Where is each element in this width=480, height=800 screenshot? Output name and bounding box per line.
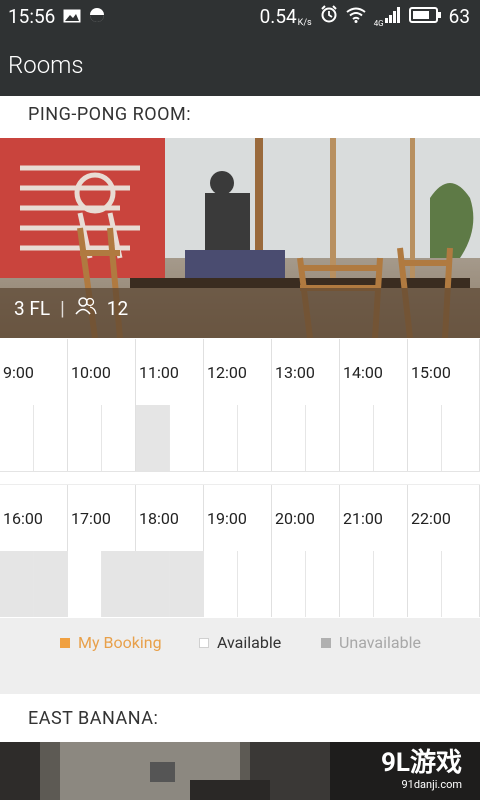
battery-icon [408,5,441,28]
timeslot-time: 10:00 [71,363,111,382]
timeslot-time: 13:00 [275,363,315,382]
legend-my-booking: My Booking [60,633,162,652]
timeslot[interactable]: 9:00 [0,339,68,471]
timeslot[interactable]: 13:00 [272,339,340,471]
half-hour-slot[interactable] [170,551,204,617]
timeslot-time: 21:00 [343,509,383,528]
wifi-icon [346,5,366,28]
half-hour-slot[interactable] [170,405,204,471]
half-hour-slot[interactable] [306,551,340,617]
timeslot-time: 15:00 [411,363,451,382]
timeslot-time: 12:00 [207,363,247,382]
data-saver-icon [89,5,105,28]
half-hour-slot[interactable] [34,551,68,617]
timeslot-time: 18:00 [139,509,179,528]
legend-unavailable: Unavailable [321,633,421,652]
status-bar: 15:56 0.54 K/s 4G 63 [0,0,480,34]
timeslot[interactable]: 21:00 [340,485,408,617]
people-icon [75,297,97,320]
timeslot[interactable]: 14:00 [340,339,408,471]
half-hour-slot[interactable] [238,405,272,471]
legend-available-label: Available [217,633,282,652]
half-hour-slot[interactable] [102,405,136,471]
battery-level: 63 [448,5,470,28]
half-hour-slot[interactable] [136,405,170,471]
timeslot[interactable]: 17:00 [68,485,136,617]
app-bar: Rooms [0,34,480,96]
legend: My Booking Available Unavailable [0,618,480,694]
room-capacity: 12 [106,297,129,320]
timeslot-row: 9:00 10:00 11:00 12:00 13:00 14:00 15:00 [0,339,480,471]
timeslot-time: 9:00 [3,363,34,382]
half-hour-slot[interactable] [204,405,238,471]
network-speed: 0.54 [259,5,297,28]
half-hour-slot[interactable] [374,405,408,471]
available-swatch [199,637,209,648]
timeslot[interactable]: 19:00 [204,485,272,617]
timeslot-row: 16:00 17:00 18:00 19:00 20:00 21:00 22:00 [0,485,480,617]
legend-my-booking-label: My Booking [78,633,162,652]
network-type: 4G [373,19,384,28]
room-floor: 3 FL [14,297,51,320]
legend-unavailable-label: Unavailable [339,633,421,652]
signal-icon [384,5,401,28]
half-hour-slot[interactable] [442,405,476,471]
timeslot[interactable]: 11:00 [136,339,204,471]
network-speed-unit: K/s [297,18,312,28]
timeslot[interactable]: 22:00 [408,485,480,617]
half-hour-slot[interactable] [272,405,306,471]
half-hour-slot[interactable] [0,405,34,471]
alarm-icon [320,5,338,28]
timeslot-time: 11:00 [139,363,179,382]
half-hour-slot[interactable] [68,551,102,617]
row-separator [0,471,480,485]
my-booking-swatch [60,637,70,648]
half-hour-slot[interactable] [306,405,340,471]
legend-available: Available [199,633,281,652]
half-hour-slot[interactable] [136,551,170,617]
status-time: 15:56 [8,5,56,28]
timeslot[interactable]: 16:00 [0,485,68,617]
room-photo[interactable]: 3 FL | 12 [0,138,480,338]
timeslot-time: 19:00 [207,509,247,528]
timeslot[interactable]: 12:00 [204,339,272,471]
half-hour-slot[interactable] [102,551,136,617]
unavailable-swatch [321,637,331,648]
page-title: Rooms [8,51,84,79]
half-hour-slot[interactable] [238,551,272,617]
half-hour-slot[interactable] [204,551,238,617]
half-hour-slot[interactable] [408,405,442,471]
half-hour-slot[interactable] [68,405,102,471]
timeslot-time: 22:00 [411,509,451,528]
room-info: 3 FL | 12 [14,297,129,320]
half-hour-slot[interactable] [0,551,34,617]
half-hour-slot[interactable] [272,551,306,617]
room-name: PING-PONG ROOM: [28,104,192,125]
watermark-url: 91danji.com [401,778,462,791]
half-hour-slot[interactable] [374,551,408,617]
timeslot[interactable]: 18:00 [136,485,204,617]
gallery-icon [63,5,81,28]
timeslot[interactable]: 10:00 [68,339,136,471]
timeslot[interactable]: 20:00 [272,485,340,617]
timeslot-time: 16:00 [3,509,43,528]
timeslot-time: 17:00 [71,509,111,528]
half-hour-slot[interactable] [34,405,68,471]
watermark-logo: 9L游戏 [381,748,462,778]
timeslot[interactable]: 15:00 [408,339,480,471]
half-hour-slot[interactable] [340,551,374,617]
room-photo[interactable]: 9L游戏 91danji.com [0,742,480,800]
room-name: EAST BANANA: [28,708,159,729]
half-hour-slot[interactable] [408,551,442,617]
timeslot-time: 14:00 [343,363,383,382]
timeslot-time: 20:00 [275,509,315,528]
half-hour-slot[interactable] [442,551,476,617]
half-hour-slot[interactable] [340,405,374,471]
